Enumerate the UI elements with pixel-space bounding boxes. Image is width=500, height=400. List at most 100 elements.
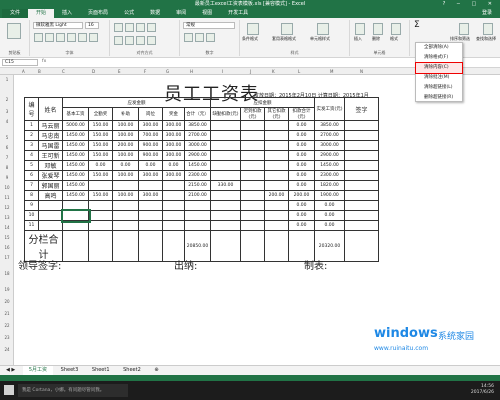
- sheet-tab-1[interactable]: Sheet1: [86, 366, 116, 375]
- tab-home[interactable]: 开始: [28, 9, 55, 18]
- cell[interactable]: [88, 230, 113, 262]
- sign-cell[interactable]: [344, 170, 379, 181]
- tab-insert[interactable]: 插入: [54, 9, 80, 18]
- employee-name-cell[interactable]: 张爱琴: [38, 170, 63, 181]
- format-cells-button[interactable]: 格式: [390, 36, 398, 42]
- cell[interactable]: 150.00: [88, 190, 113, 201]
- cell[interactable]: [138, 210, 163, 221]
- row-header[interactable]: 11: [0, 195, 14, 200]
- row-header[interactable]: 14: [0, 225, 14, 230]
- cell[interactable]: [210, 200, 241, 211]
- cell[interactable]: [62, 230, 89, 262]
- cell[interactable]: [184, 220, 211, 231]
- cell[interactable]: 11: [24, 220, 39, 231]
- align-right-icon[interactable]: [136, 36, 145, 45]
- cell[interactable]: [112, 180, 139, 191]
- cell[interactable]: 0.00: [314, 210, 345, 221]
- find-select-button[interactable]: 查找和选择: [476, 36, 496, 42]
- cell[interactable]: [210, 210, 241, 221]
- insert-cells-icon[interactable]: [355, 23, 365, 35]
- row-header[interactable]: 8: [0, 165, 14, 170]
- cell[interactable]: 3: [24, 140, 39, 151]
- cell[interactable]: [162, 220, 185, 231]
- cell[interactable]: 1450.00: [62, 150, 89, 161]
- cell[interactable]: [184, 200, 211, 211]
- cell[interactable]: [240, 220, 265, 231]
- comma-icon[interactable]: [206, 33, 215, 42]
- column-header[interactable]: A: [22, 68, 25, 75]
- menu-item-remove-hyperlinks[interactable]: 删除超链接(R): [416, 93, 462, 103]
- column-header[interactable]: B: [38, 68, 41, 75]
- cell[interactable]: [88, 210, 113, 221]
- cell[interactable]: 0.00: [288, 210, 315, 221]
- cell[interactable]: 900.00: [138, 150, 163, 161]
- cell[interactable]: [210, 190, 241, 201]
- column-header[interactable]: E: [118, 68, 121, 75]
- fill-color-icon[interactable]: [78, 33, 87, 42]
- sign-cell[interactable]: [344, 150, 379, 161]
- bold-icon[interactable]: [34, 33, 43, 42]
- cell[interactable]: [240, 190, 265, 201]
- cell[interactable]: 0.00: [288, 160, 315, 171]
- cell[interactable]: [240, 200, 265, 211]
- cell[interactable]: [264, 140, 289, 151]
- column-header[interactable]: I: [222, 68, 223, 75]
- cell[interactable]: [264, 120, 289, 131]
- insert-cells-button[interactable]: 插入: [354, 36, 362, 42]
- cell-style-button[interactable]: 单元格样式: [310, 36, 330, 42]
- tab-formulas[interactable]: 公式: [116, 9, 142, 18]
- cell[interactable]: [240, 180, 265, 191]
- cell[interactable]: 3850.00: [184, 120, 211, 131]
- row-header[interactable]: 1: [0, 77, 14, 82]
- row-header[interactable]: 19: [0, 287, 14, 292]
- column-header[interactable]: M: [330, 68, 333, 75]
- row-header[interactable]: 7: [0, 155, 14, 160]
- align-center-icon[interactable]: [125, 36, 134, 45]
- cell[interactable]: 3000.00: [184, 140, 211, 151]
- cell[interactable]: [210, 160, 241, 171]
- row-header[interactable]: 21: [0, 311, 14, 316]
- cell[interactable]: 0.00: [88, 160, 113, 171]
- cell[interactable]: 1450.00: [62, 160, 89, 171]
- cell[interactable]: [62, 220, 89, 231]
- cell[interactable]: 8: [24, 190, 39, 201]
- column-header[interactable]: L: [298, 68, 300, 75]
- cell[interactable]: 0.00: [314, 220, 345, 231]
- cell[interactable]: 10: [24, 210, 39, 221]
- cell[interactable]: 0.00: [288, 200, 315, 211]
- sign-cell[interactable]: [344, 130, 379, 141]
- column-header[interactable]: N: [360, 68, 363, 75]
- sign-cell[interactable]: [344, 210, 379, 221]
- employee-name-cell[interactable]: 王可新: [38, 150, 63, 161]
- cell[interactable]: 4: [24, 150, 39, 161]
- cell[interactable]: 300.00: [162, 120, 185, 131]
- row-header[interactable]: 2: [0, 97, 14, 102]
- cell[interactable]: 5000.00: [62, 120, 89, 131]
- cell[interactable]: 300.00: [138, 190, 163, 201]
- cell[interactable]: [210, 130, 241, 141]
- cell[interactable]: 2100.00: [184, 190, 211, 201]
- cell[interactable]: 1450.00: [62, 130, 89, 141]
- cell[interactable]: 150.00: [88, 170, 113, 181]
- cell[interactable]: [88, 200, 113, 211]
- cell[interactable]: 300.00: [162, 150, 185, 161]
- cell[interactable]: [344, 230, 379, 262]
- cell[interactable]: [264, 200, 289, 211]
- login-link[interactable]: 登录: [474, 9, 500, 18]
- cell[interactable]: 150.00: [88, 130, 113, 141]
- cell[interactable]: 100.00: [112, 130, 139, 141]
- cell[interactable]: 100.00: [112, 170, 139, 181]
- cell[interactable]: [264, 170, 289, 181]
- employee-name-cell[interactable]: [38, 200, 63, 211]
- cell[interactable]: [112, 220, 139, 231]
- cell[interactable]: [210, 170, 241, 181]
- row-header[interactable]: 6: [0, 145, 14, 150]
- cell[interactable]: 300.00: [138, 170, 163, 181]
- cell[interactable]: [264, 210, 289, 221]
- table-format-icon[interactable]: [281, 23, 293, 35]
- underline-icon[interactable]: [56, 33, 65, 42]
- system-tray[interactable]: 14:56 2017/6/26: [471, 384, 494, 396]
- cell[interactable]: [210, 230, 241, 262]
- menu-item-clear-all[interactable]: 全部清除(A): [416, 43, 462, 53]
- italic-icon[interactable]: [45, 33, 54, 42]
